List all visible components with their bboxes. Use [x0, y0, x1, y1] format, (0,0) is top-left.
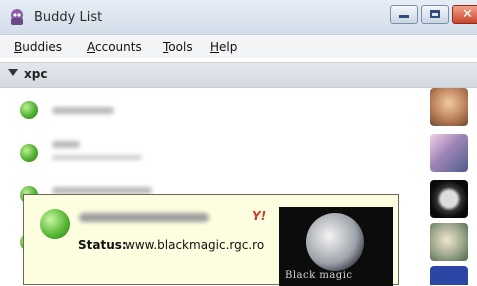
buddy-name-blurred	[52, 107, 114, 114]
maximize-button[interactable]	[421, 5, 449, 24]
online-status-icon	[20, 144, 38, 162]
status-value: www.blackmagic.rgc.ro	[125, 238, 265, 252]
buddy-icon-image: Black magic	[279, 207, 393, 286]
buddy-avatar	[430, 180, 468, 218]
group-header-xpc[interactable]: xpc	[0, 62, 477, 88]
online-status-icon	[40, 209, 70, 239]
buddy-avatar	[430, 134, 468, 172]
buddy-avatar	[430, 266, 468, 285]
menu-bar: Buddies Accounts Tools Help	[0, 35, 477, 58]
buddy-name-blurred	[52, 187, 152, 194]
expand-arrow-icon[interactable]	[8, 69, 18, 76]
title-bar: Buddy List ✕	[0, 0, 477, 35]
menu-accounts[interactable]: Accounts	[87, 40, 142, 54]
minimize-icon	[399, 15, 409, 18]
menu-help[interactable]: Help	[210, 40, 237, 54]
pidgin-app-icon	[11, 9, 23, 25]
buddy-avatar	[430, 223, 468, 261]
moon-image	[306, 213, 364, 271]
close-button[interactable]: ✕	[452, 5, 477, 24]
close-icon: ✕	[462, 7, 473, 22]
window-title: Buddy List	[34, 10, 103, 25]
buddy-name-blurred	[52, 141, 80, 148]
buddy-tooltip: Y! Status: www.blackmagic.rgc.ro Black m…	[23, 194, 399, 286]
menu-buddies[interactable]: Buddies	[14, 40, 62, 54]
tooltip-buddy-name-blurred	[79, 213, 209, 222]
maximize-icon	[430, 10, 440, 18]
menu-tools[interactable]: Tools	[163, 40, 193, 54]
status-label: Status:	[78, 238, 127, 252]
buddy-status-blurred	[52, 155, 142, 160]
yahoo-protocol-icon: Y!	[252, 209, 267, 223]
group-name: xpc	[24, 67, 48, 81]
photo-caption: Black magic	[285, 270, 353, 281]
minimize-button[interactable]	[390, 5, 418, 24]
online-status-icon	[20, 101, 38, 119]
buddy-avatar	[430, 88, 468, 126]
